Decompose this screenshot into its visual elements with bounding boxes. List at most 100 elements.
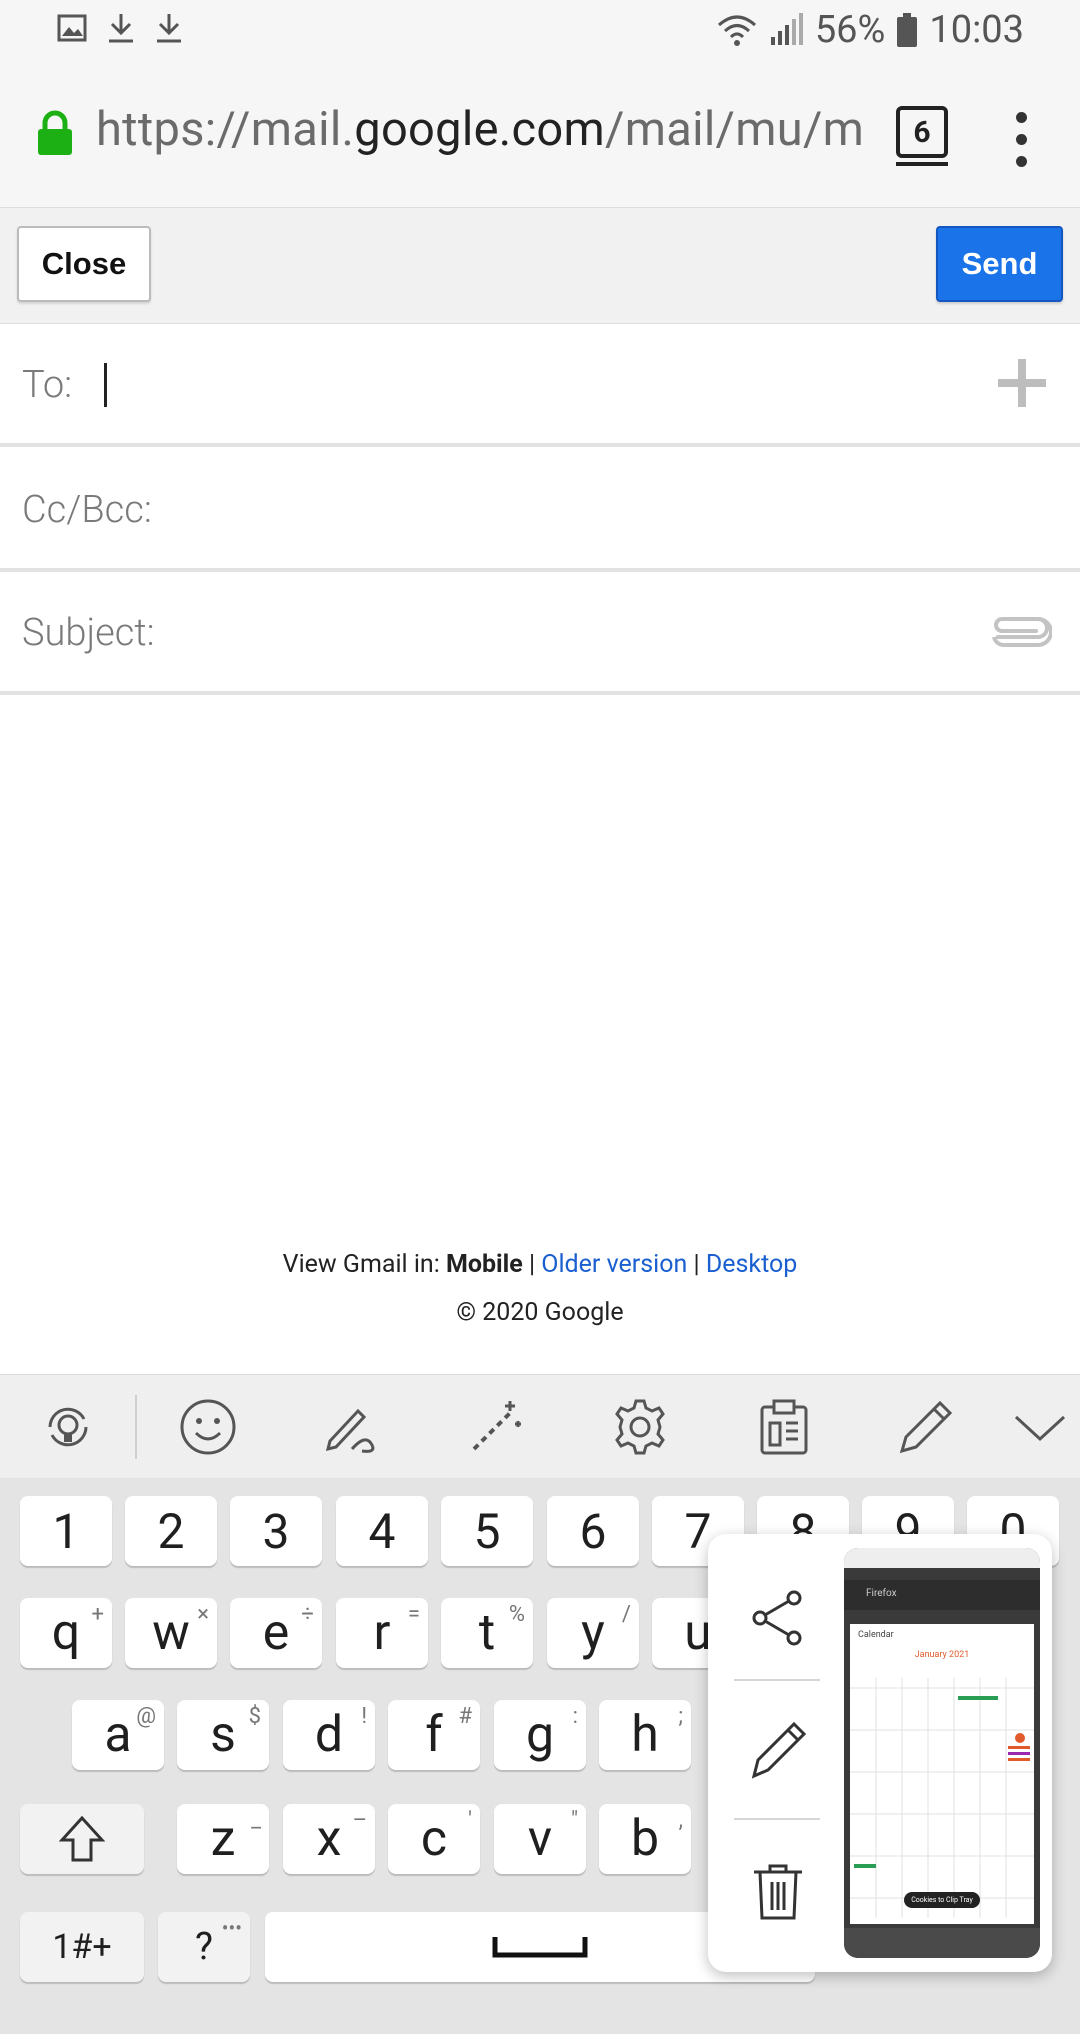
key-e[interactable]: e ÷ bbox=[230, 1598, 322, 1668]
key-label: g bbox=[525, 1706, 555, 1764]
key-label: x bbox=[316, 1810, 342, 1868]
key-alt: / bbox=[621, 1602, 631, 1627]
key-alt: _ bbox=[251, 1808, 261, 1833]
share-icon[interactable] bbox=[746, 1586, 810, 1650]
key-c[interactable]: c ' bbox=[388, 1804, 480, 1874]
popup-divider bbox=[734, 1679, 820, 1681]
to-label: To: bbox=[22, 363, 73, 407]
subject-field[interactable]: Subject: bbox=[0, 573, 1080, 695]
key-2[interactable]: 2 bbox=[125, 1496, 217, 1566]
to-field[interactable]: To: bbox=[0, 325, 1080, 447]
chevron-down-icon[interactable] bbox=[1010, 1397, 1070, 1457]
screenshot-thumbnail[interactable]: Firefox Calendar January 2021 Cookies to… bbox=[844, 1548, 1040, 1958]
tab-count: 6 bbox=[913, 114, 931, 150]
send-button[interactable]: Send bbox=[936, 226, 1063, 302]
key-alt: + bbox=[91, 1602, 104, 1627]
emoji-icon[interactable] bbox=[178, 1397, 238, 1457]
question-key[interactable]: ? ••• bbox=[158, 1912, 250, 1982]
url-path: /mail/mu/mp/ bbox=[605, 102, 866, 157]
magic-wand-icon[interactable] bbox=[466, 1397, 526, 1457]
key-label: y bbox=[581, 1604, 605, 1662]
bixby-refresh-icon[interactable] bbox=[38, 1397, 98, 1457]
more-options-icon[interactable] bbox=[1016, 112, 1032, 178]
attachment-icon[interactable] bbox=[988, 613, 1052, 649]
thumb-calendar: Calendar January 2021 bbox=[850, 1624, 1034, 1924]
key-alt: @ bbox=[136, 1704, 156, 1729]
battery-percent: 56% bbox=[814, 8, 886, 52]
key-4[interactable]: 4 bbox=[336, 1496, 428, 1566]
key-alt: ! bbox=[361, 1704, 367, 1729]
wifi-icon bbox=[717, 15, 756, 46]
key-6[interactable]: 6 bbox=[547, 1496, 639, 1566]
key-label: e bbox=[262, 1604, 290, 1662]
handwriting-icon[interactable] bbox=[322, 1397, 382, 1457]
clock: 10:03 bbox=[929, 8, 1024, 52]
key-h[interactable]: h; bbox=[599, 1700, 691, 1770]
status-bar: 56% 10:03 bbox=[0, 0, 1080, 66]
thumb-app-name: Calendar bbox=[858, 1630, 894, 1640]
thumb-calendar-grid bbox=[850, 1678, 1034, 1918]
key-alt: × bbox=[197, 1602, 209, 1627]
gmail-footer: View Gmail in: Mobile | Older version | … bbox=[0, 1250, 1080, 1327]
shift-key[interactable] bbox=[20, 1804, 144, 1874]
key-d[interactable]: d! bbox=[283, 1700, 375, 1770]
text-caret bbox=[104, 363, 107, 407]
key-label: b bbox=[630, 1810, 660, 1868]
cc-bcc-field[interactable]: Cc/Bcc: bbox=[0, 450, 1080, 572]
key-r[interactable]: r = bbox=[336, 1598, 428, 1668]
key-alt: ; bbox=[678, 1704, 683, 1729]
key-a[interactable]: a @ bbox=[72, 1700, 164, 1770]
tab-switcher-button[interactable]: 6 bbox=[896, 106, 948, 166]
browser-toolbar: https://mail.google.com/mail/mu/mp/ 6 bbox=[0, 66, 1080, 208]
key-5[interactable]: 5 bbox=[441, 1496, 533, 1566]
key-alt: ' bbox=[468, 1808, 472, 1833]
signal-icon bbox=[770, 13, 803, 45]
toolbar-divider bbox=[135, 1395, 137, 1459]
close-button[interactable]: Close bbox=[17, 226, 151, 302]
key-t[interactable]: t% bbox=[441, 1598, 533, 1668]
shift-icon bbox=[59, 1815, 105, 1862]
key-z[interactable]: z _ bbox=[177, 1804, 269, 1874]
image-icon bbox=[57, 14, 87, 42]
clipboard-icon[interactable] bbox=[754, 1397, 814, 1457]
download-icon bbox=[109, 14, 133, 43]
key-b[interactable]: b, bbox=[599, 1804, 691, 1874]
key-label: r bbox=[373, 1604, 391, 1662]
older-version-link[interactable]: Older version bbox=[541, 1250, 687, 1279]
separator: | bbox=[528, 1250, 536, 1279]
symbols-key[interactable]: 1#+ bbox=[20, 1912, 144, 1982]
url-field[interactable]: https://mail.google.com/mail/mu/mp/ bbox=[96, 102, 866, 157]
key-alt: ÷ bbox=[301, 1602, 314, 1627]
key-s[interactable]: s $ bbox=[177, 1700, 269, 1770]
key-1[interactable]: 1 bbox=[20, 1496, 112, 1566]
download-icon bbox=[157, 14, 181, 43]
settings-gear-icon[interactable] bbox=[610, 1397, 670, 1457]
key-q[interactable]: q + bbox=[20, 1598, 112, 1668]
key-w[interactable]: w × bbox=[125, 1598, 217, 1668]
key-alt: = bbox=[407, 1602, 420, 1627]
key-label: h bbox=[631, 1706, 659, 1764]
key-y[interactable]: y / bbox=[547, 1598, 639, 1668]
thumb-status-bar bbox=[844, 1548, 1040, 1568]
pencil-icon[interactable] bbox=[896, 1397, 956, 1457]
add-contact-icon[interactable] bbox=[998, 359, 1046, 407]
edit-pencil-icon[interactable] bbox=[746, 1718, 810, 1782]
key-alt: % bbox=[508, 1602, 525, 1627]
trash-icon[interactable] bbox=[746, 1860, 810, 1924]
key-alt: # bbox=[458, 1704, 472, 1729]
key-alt: " bbox=[570, 1808, 578, 1833]
message-body[interactable] bbox=[0, 700, 1080, 1240]
key-x[interactable]: x – bbox=[283, 1804, 375, 1874]
key-alt: $ bbox=[248, 1704, 261, 1729]
key-3[interactable]: 3 bbox=[230, 1496, 322, 1566]
key-label: d bbox=[314, 1706, 344, 1764]
desktop-link[interactable]: Desktop bbox=[706, 1250, 797, 1279]
key-g[interactable]: g: bbox=[494, 1700, 586, 1770]
lock-icon[interactable] bbox=[36, 110, 74, 156]
key-v[interactable]: v " bbox=[494, 1804, 586, 1874]
key-alt: , bbox=[678, 1808, 683, 1833]
battery-icon bbox=[897, 13, 918, 47]
key-f[interactable]: f # bbox=[388, 1700, 480, 1770]
keyboard-toolbar bbox=[0, 1374, 1080, 1478]
key-label: q bbox=[51, 1604, 81, 1662]
